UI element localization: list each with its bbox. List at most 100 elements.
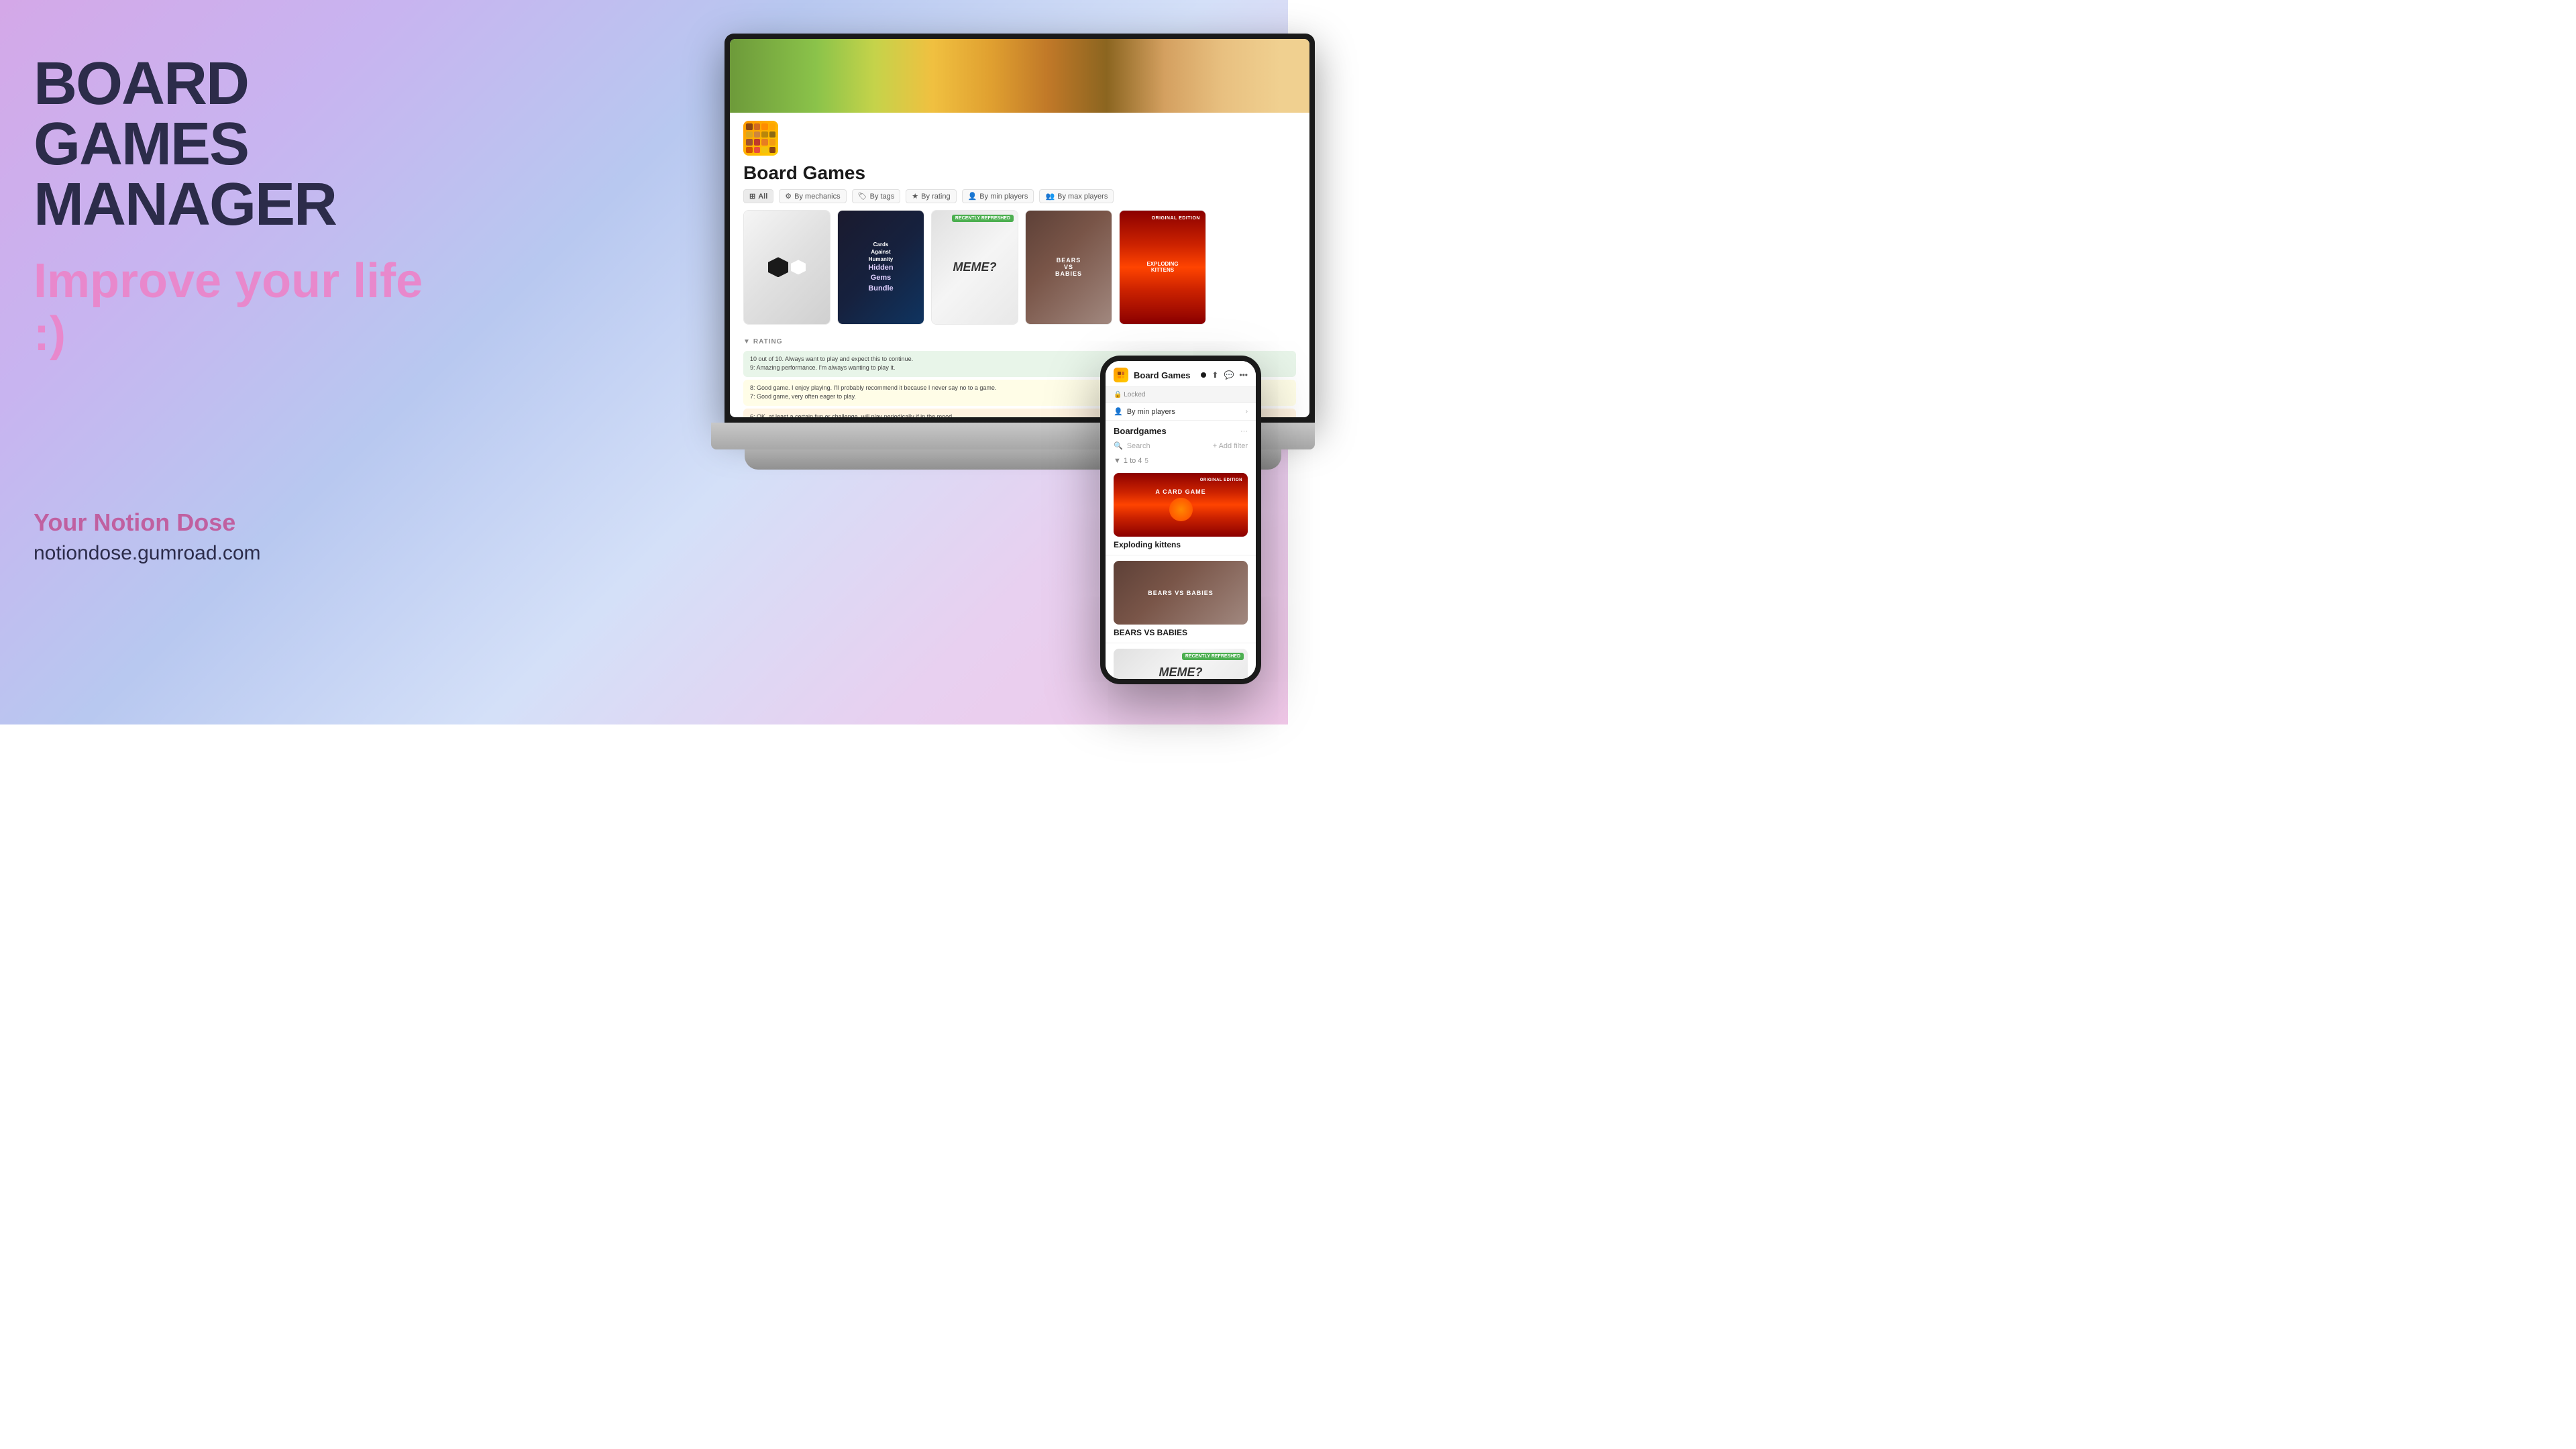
phone-icon-cell-4	[1122, 376, 1125, 379]
filter-rating[interactable]: ★ By rating	[906, 189, 956, 203]
phone-ek-bg: ORIGINAL EDITION A CARD GAME	[1114, 473, 1248, 537]
filter-tags[interactable]: 🏷 By tags	[852, 189, 901, 203]
phone-meme-bg: MEME? RECENTLY REFRESHED	[1114, 649, 1248, 679]
exploding-kittens-card-image: ORIGINAL EDITION EXPLODINGKITTENS	[1120, 211, 1205, 324]
icon-cell-7	[761, 131, 768, 138]
filter-tags-label: By tags	[870, 193, 895, 201]
phone-group-header: ▼ 1 to 4 5	[1106, 453, 1256, 468]
meme-card-body: What Do You Meme? Up to two hours Player…	[932, 324, 1018, 325]
ek-original-label: ORIGINAL EDITION	[1152, 216, 1200, 221]
phone-ek-original: ORIGINAL EDITION	[1200, 478, 1242, 482]
phone-search-icon: 🔍	[1114, 441, 1123, 450]
phone-icon-cell-2	[1122, 372, 1125, 375]
phone-group-count: 5	[1144, 458, 1148, 465]
meme-card-image: MEME? RECENTLY REFRESHED	[932, 211, 1018, 324]
icon-cell-9	[746, 139, 753, 146]
phone-db-header: Boardgames ···	[1106, 421, 1256, 439]
phone-card-bears[interactable]: BEARS VS BABIES BEARS VS BABIES	[1106, 555, 1256, 643]
phone-recently-refreshed: RECENTLY REFRESHED	[1182, 653, 1244, 660]
phone-header: Board Games ⬆ 💬 •••	[1106, 361, 1256, 387]
phone-share-icon[interactable]: ⬆	[1212, 370, 1218, 380]
hidden-gems-text: CardsAgainstHumanityHiddenGemsBundle	[868, 241, 893, 294]
person-icon: 👤	[1114, 407, 1123, 416]
phone-icon-cell-3	[1118, 376, 1121, 379]
phone-notion-icon	[1114, 368, 1128, 382]
phone-title: Board Games	[1134, 370, 1195, 380]
phone-meme-text: MEME?	[1159, 665, 1203, 680]
phone-ek-card-label: A CARD GAME	[1155, 488, 1205, 495]
filter-mechanics-icon: ⚙	[785, 192, 792, 201]
filter-mechanics[interactable]: ⚙ By mechanics	[779, 189, 846, 203]
icon-cell-3	[761, 123, 768, 130]
filter-mechanics-label: By mechanics	[794, 193, 840, 201]
filter-rating-label: By rating	[921, 193, 950, 201]
rating-header: ▼ RATING	[743, 338, 1296, 345]
hidden-gems-card-body: Cards against humanity: hidden gems bund…	[838, 324, 924, 325]
phone-add-filter[interactable]: + Add filter	[1213, 442, 1248, 450]
icon-cell-4	[769, 123, 776, 130]
phone-more-icon[interactable]: •••	[1239, 370, 1248, 380]
filter-all-icon: ⊞	[749, 192, 755, 201]
filter-all-label: All	[758, 193, 767, 201]
phone-meme-image: MEME? RECENTLY REFRESHED	[1114, 649, 1248, 679]
subtitle: Improve your life :)	[34, 255, 436, 361]
brand-url: notiondose.gumroad.com	[34, 542, 436, 565]
gallery-card-hive[interactable]: Hive 5-30 min Players: 2-2	[743, 210, 830, 325]
phone-group-label: 1 to 4	[1124, 457, 1142, 465]
gallery-card-bears[interactable]: BEARSVSBABIES BEARS VS BABIES 5-30 min	[1025, 210, 1112, 325]
filter-max-players[interactable]: 👥 By max players	[1039, 189, 1114, 203]
phone-locked-text: Locked	[1124, 391, 1145, 398]
gallery-card-exploding-kittens[interactable]: ORIGINAL EDITION EXPLODINGKITTENS	[1119, 210, 1206, 325]
phone-card-exploding-kittens[interactable]: ORIGINAL EDITION A CARD GAME Exploding k…	[1106, 468, 1256, 555]
phone-filter-bar[interactable]: 👤 By min players ›	[1106, 403, 1256, 421]
filter-rating-icon: ★	[912, 192, 918, 201]
icon-cell-14	[754, 147, 761, 154]
gallery-card-hidden-gems[interactable]: CardsAgainstHumanityHiddenGemsBundle Car…	[837, 210, 924, 325]
notion-icon-box	[743, 121, 778, 156]
hidden-gems-card-image: CardsAgainstHumanityHiddenGemsBundle	[838, 211, 924, 324]
hero-board-image	[730, 39, 1309, 113]
phone-ek-kitten	[1169, 498, 1193, 521]
meme-text: MEME?	[953, 260, 997, 274]
notion-icon-area	[730, 113, 1309, 160]
left-panel: BOARD GAMES MANAGER Improve your life :)…	[34, 54, 436, 565]
bears-card-body: BEARS VS BABIES 5-30 min	[1026, 324, 1112, 325]
icon-cell-1	[746, 123, 753, 130]
notion-gallery: Hive 5-30 min Players: 2-2 CardsAg	[730, 210, 1309, 333]
phone-icon-grid	[1116, 370, 1126, 380]
gallery-card-meme[interactable]: MEME? RECENTLY REFRESHED What Do You Mem…	[931, 210, 1018, 325]
phone-search-bar[interactable]: 🔍 Search + Add filter	[1106, 439, 1256, 453]
hive-card-image	[744, 211, 830, 324]
brand: Your Notion Dose notiondose.gumroad.com	[34, 508, 436, 565]
rating-header-label: RATING	[753, 338, 783, 345]
icon-cell-11	[761, 139, 768, 146]
phone-group-chevron-icon: ▼	[1114, 457, 1121, 465]
phone-actions[interactable]: ⬆ 💬 •••	[1212, 370, 1248, 380]
phone-bears-text: BEARS VS BABIES	[1148, 590, 1214, 596]
hive-card-body: Hive 5-30 min Players: 2-2	[744, 324, 830, 325]
phone-cards-list: ORIGINAL EDITION A CARD GAME Exploding k…	[1106, 468, 1256, 679]
phone-card-meme[interactable]: MEME? RECENTLY REFRESHED What Do You Mem…	[1106, 643, 1256, 679]
ek-label: EXPLODINGKITTENS	[1146, 261, 1178, 273]
phone-comment-icon[interactable]: 💬	[1224, 370, 1234, 380]
filter-all[interactable]: ⊞ All	[743, 189, 773, 203]
filter-min-players[interactable]: 👤 By min players	[962, 189, 1034, 203]
icon-cell-12	[769, 139, 776, 146]
phone-filter-label: By min players	[1127, 408, 1242, 416]
main-title: BOARD GAMES MANAGER	[34, 54, 436, 235]
bears-card-image: BEARSVSBABIES	[1026, 211, 1112, 324]
notion-filters[interactable]: ⊞ All ⚙ By mechanics 🏷 By tags ★ By rati…	[730, 189, 1309, 210]
phone-ek-title: Exploding kittens	[1114, 540, 1248, 549]
phone-locked-bar: 🔒 Locked	[1106, 387, 1256, 403]
phone-locked-icon: 🔒	[1114, 391, 1122, 398]
bears-text: BEARSVSBABIES	[1055, 257, 1082, 277]
icon-cell-10	[754, 139, 761, 146]
icon-cell-15	[761, 147, 768, 154]
recently-refreshed-badge: RECENTLY REFRESHED	[952, 215, 1014, 222]
phone-search-input[interactable]: Search	[1127, 442, 1209, 450]
hive-piece-2	[791, 260, 806, 274]
phone-dot	[1201, 372, 1206, 378]
phone-icon-cell-1	[1118, 372, 1121, 375]
phone-bears-bg: BEARS VS BABIES	[1114, 561, 1248, 625]
phone-bears-image: BEARS VS BABIES	[1114, 561, 1248, 625]
